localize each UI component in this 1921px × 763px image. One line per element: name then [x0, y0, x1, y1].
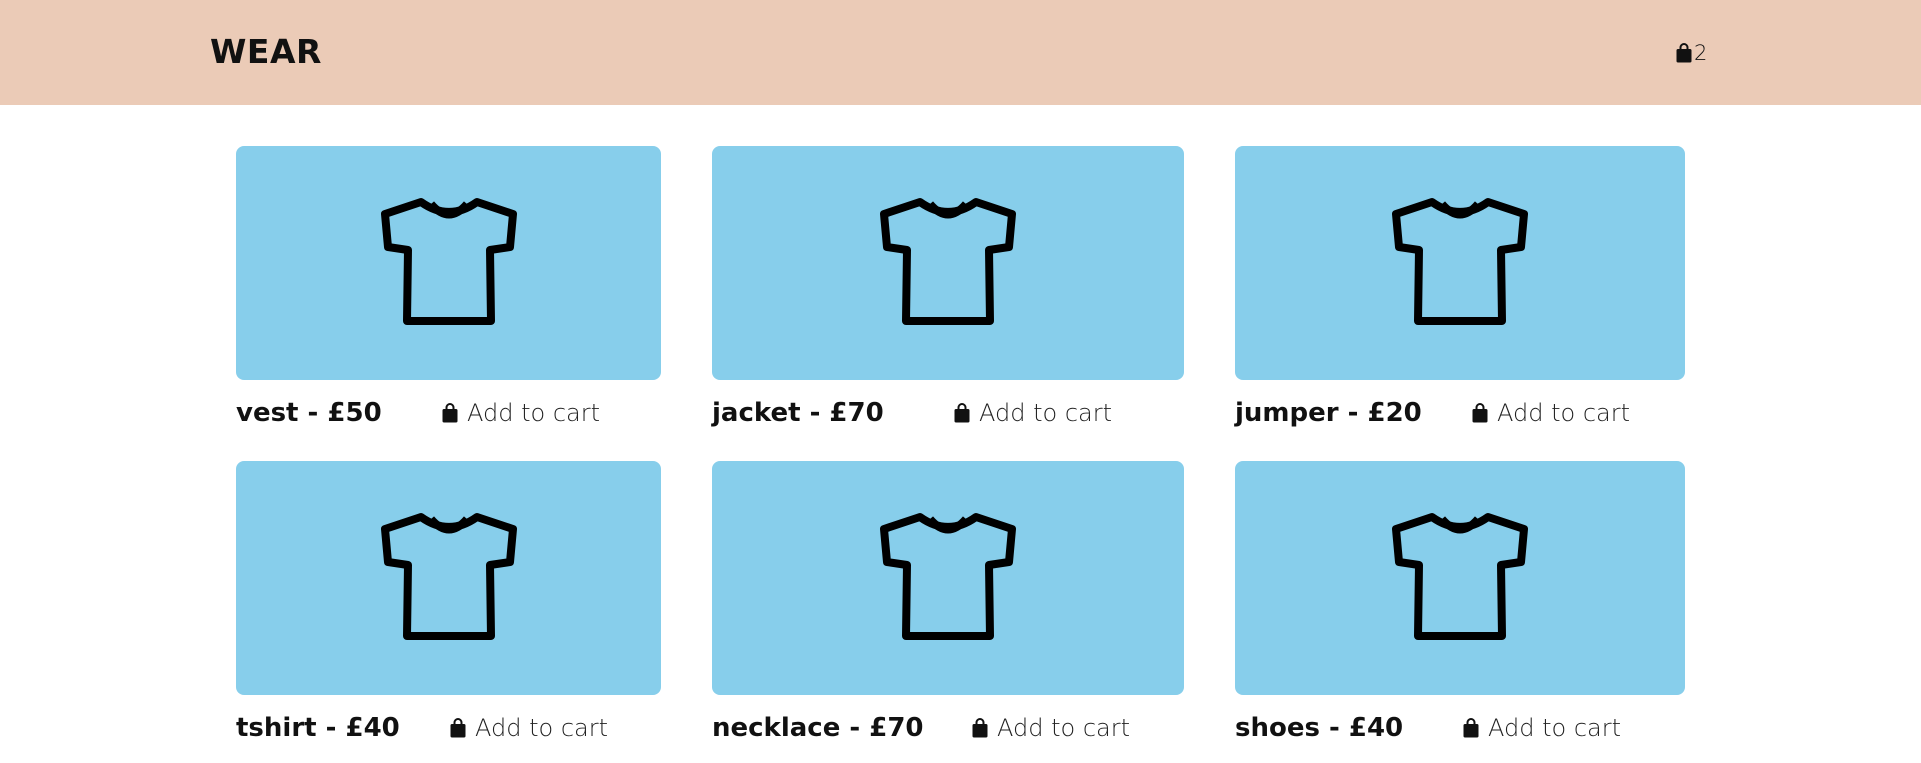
shopping-bag-icon [1472, 403, 1488, 423]
tshirt-icon [880, 513, 1016, 640]
tshirt-icon [880, 198, 1016, 325]
shopping-bag-icon [954, 403, 970, 423]
add-to-cart-button[interactable]: Add to cart [954, 398, 1112, 428]
add-to-cart-button[interactable]: Add to cart [972, 713, 1130, 743]
product-card: jumper - £20 Add to cart [1235, 146, 1685, 446]
add-to-cart-label: Add to cart [475, 714, 608, 742]
tshirt-icon [380, 513, 517, 640]
product-card: necklace - £70 Add to cart [712, 461, 1184, 761]
add-to-cart-label: Add to cart [997, 714, 1130, 742]
shopping-bag-icon [450, 718, 466, 738]
product-title: jacket - £70 [712, 398, 884, 428]
product-title: shoes - £40 [1235, 713, 1404, 743]
tshirt-icon [380, 198, 517, 325]
tshirt-icon [1392, 198, 1528, 325]
product-card: shoes - £40 Add to cart [1235, 461, 1685, 761]
cart-button[interactable]: 2 [1676, 40, 1707, 66]
product-image[interactable] [712, 146, 1184, 380]
site-header: WEAR 2 [0, 0, 1921, 105]
add-to-cart-button[interactable]: Add to cart [450, 713, 608, 743]
add-to-cart-button[interactable]: Add to cart [1472, 398, 1630, 428]
add-to-cart-label: Add to cart [467, 399, 600, 427]
shopping-bag-icon [442, 403, 458, 423]
add-to-cart-button[interactable]: Add to cart [1463, 713, 1621, 743]
product-title: tshirt - £40 [236, 713, 400, 743]
product-image[interactable] [1235, 461, 1685, 695]
product-image[interactable] [236, 461, 661, 695]
brand-logo[interactable]: WEAR [210, 32, 322, 72]
add-to-cart-button[interactable]: Add to cart [442, 398, 600, 428]
product-card: tshirt - £40 Add to cart [236, 461, 661, 761]
cart-count: 2 [1694, 41, 1708, 65]
product-title: necklace - £70 [712, 713, 924, 743]
product-image[interactable] [1235, 146, 1685, 380]
product-image[interactable] [712, 461, 1184, 695]
tshirt-icon [1392, 513, 1528, 640]
shopping-bag-icon [1463, 718, 1479, 738]
product-card: vest - £50 Add to cart [236, 146, 661, 446]
shopping-bag-icon [1676, 43, 1692, 63]
add-to-cart-label: Add to cart [1488, 714, 1621, 742]
product-image[interactable] [236, 146, 661, 380]
shopping-bag-icon [972, 718, 988, 738]
product-title: jumper - £20 [1235, 398, 1422, 428]
product-title: vest - £50 [236, 398, 382, 428]
product-card: jacket - £70 Add to cart [712, 146, 1184, 446]
add-to-cart-label: Add to cart [1497, 399, 1630, 427]
add-to-cart-label: Add to cart [979, 399, 1112, 427]
